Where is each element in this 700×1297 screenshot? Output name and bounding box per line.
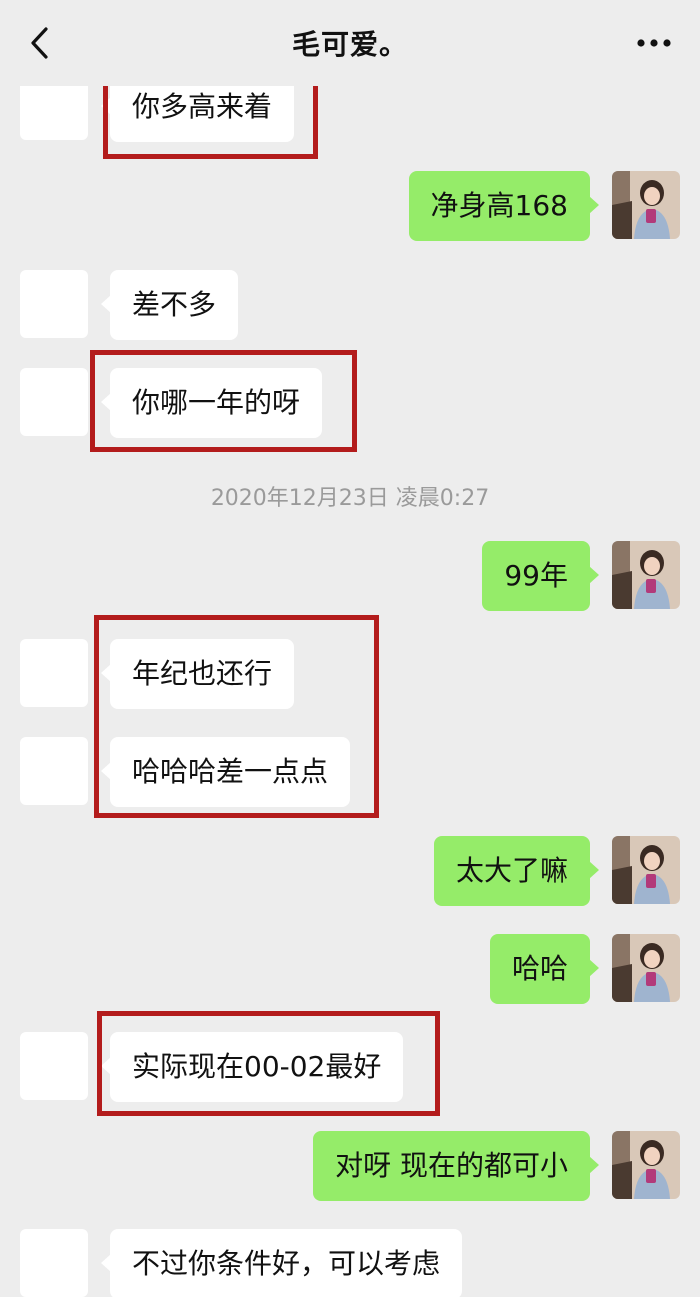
user-photo-icon	[612, 836, 680, 904]
message-timestamp: 2020年12月23日 凌晨0:27	[210, 486, 490, 511]
message-row: 对呀 现在的都可小	[0, 1131, 700, 1203]
message-bubble-incoming[interactable]: 哈哈哈差一点点	[100, 737, 351, 807]
message-row: 实际现在00-02最好	[0, 1032, 700, 1104]
contact-avatar[interactable]	[20, 737, 88, 805]
message-bubble-outgoing[interactable]: 太大了嘛	[433, 836, 600, 906]
message-row: 太大了嘛	[0, 836, 700, 908]
user-photo-icon	[612, 171, 680, 239]
user-photo-icon	[612, 1131, 680, 1199]
user-avatar[interactable]	[612, 541, 680, 609]
user-avatar[interactable]	[612, 171, 680, 239]
chat-title: 毛可爱。	[291, 28, 408, 61]
message-row: 哈哈	[0, 934, 700, 1006]
message-bubble-outgoing[interactable]: 净身高168	[408, 171, 600, 241]
message-bubble-incoming[interactable]: 你哪一年的呀	[100, 368, 323, 438]
message-bubble-incoming[interactable]: 不过你条件好，可以考虑	[100, 1229, 463, 1297]
back-button[interactable]	[22, 26, 56, 60]
message-row: 净身高168	[0, 171, 700, 243]
user-photo-icon	[612, 541, 680, 609]
message-row: 差不多	[0, 270, 700, 342]
message-bubble-outgoing[interactable]: 哈哈	[489, 934, 600, 1004]
user-avatar[interactable]	[612, 836, 680, 904]
more-dots-icon	[637, 39, 671, 47]
more-button[interactable]	[634, 30, 674, 56]
message-bubble-incoming[interactable]: 差不多	[100, 270, 239, 340]
message-bubble-outgoing[interactable]: 99年	[482, 541, 599, 611]
message-bubble-outgoing[interactable]: 对呀 现在的都可小	[313, 1131, 599, 1201]
contact-avatar[interactable]	[20, 639, 88, 707]
contact-avatar[interactable]	[20, 368, 88, 436]
message-row: 年纪也还行	[0, 639, 700, 711]
user-avatar[interactable]	[612, 934, 680, 1002]
user-avatar[interactable]	[612, 1131, 680, 1199]
contact-avatar[interactable]	[20, 1032, 88, 1100]
chevron-left-icon	[31, 27, 48, 59]
message-row: 99年	[0, 541, 700, 613]
chat-header: 毛可爱。	[0, 0, 700, 86]
message-row: 不过你条件好，可以考虑	[0, 1229, 700, 1297]
message-bubble-incoming[interactable]: 年纪也还行	[100, 639, 295, 709]
message-row: 你哪一年的呀	[0, 368, 700, 440]
contact-avatar[interactable]	[20, 270, 88, 338]
message-row: 哈哈哈差一点点	[0, 737, 700, 809]
message-bubble-incoming[interactable]: 实际现在00-02最好	[100, 1032, 404, 1102]
user-photo-icon	[612, 934, 680, 1002]
contact-avatar[interactable]	[20, 1229, 88, 1297]
chat-stream: 你多高来着 净身高168 差不多 你哪一年的呀 2020年12月23日 凌晨0:…	[0, 0, 700, 1297]
